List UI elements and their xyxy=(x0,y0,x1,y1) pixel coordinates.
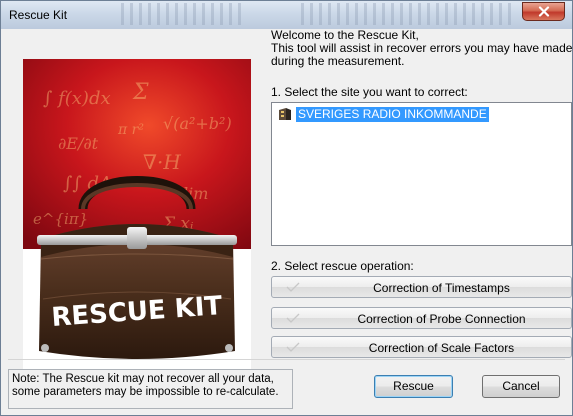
background-blur xyxy=(121,3,241,25)
site-list-item[interactable]: SVERIGES RADIO INKOMMANDE xyxy=(277,106,489,122)
station-icon xyxy=(279,108,291,120)
svg-text:∫ f(x)dx: ∫ f(x)dx xyxy=(43,88,111,109)
svg-text:√(a²+b²): √(a²+b²) xyxy=(163,114,232,133)
svg-text:π r²: π r² xyxy=(117,122,144,138)
timestamps-correction-button[interactable]: Correction of Timestamps xyxy=(271,276,572,298)
window-title: Rescue Kit xyxy=(9,8,68,22)
site-list[interactable]: SVERIGES RADIO INKOMMANDE xyxy=(271,102,572,246)
background-blur xyxy=(301,3,511,25)
rescue-kit-image: ∫ f(x)dx Σ √(a²+b²) ∂E/∂t ∇·H ∫∫ dA lim … xyxy=(23,59,251,374)
note-box: Note: The Rescue kit may not recover all… xyxy=(8,369,293,409)
site-name: SVERIGES RADIO INKOMMANDE xyxy=(296,106,489,122)
close-icon xyxy=(538,6,549,17)
site-section-label: 1. Select the site you want to correct: xyxy=(271,85,468,99)
rescue-kit-dialog: Rescue Kit ∫ f(x)dx Σ √(a²+b²) ∂E/∂t ∇·H… xyxy=(0,0,573,416)
rescue-section-label: 2. Select rescue operation: xyxy=(271,259,414,273)
dialog-body: ∫ f(x)dx Σ √(a²+b²) ∂E/∂t ∇·H ∫∫ dA lim … xyxy=(8,29,572,410)
probe-connection-correction-button[interactable]: Correction of Probe Connection xyxy=(271,307,572,329)
svg-text:e^{iπ}: e^{iπ} xyxy=(33,210,88,228)
rescue-kit-illustration: ∫ f(x)dx Σ √(a²+b²) ∂E/∂t ∇·H ∫∫ dA lim … xyxy=(23,59,251,374)
separator xyxy=(8,359,565,360)
svg-text:Σ: Σ xyxy=(132,80,149,105)
scale-factors-correction-button[interactable]: Correction of Scale Factors xyxy=(271,336,572,358)
cancel-button[interactable]: Cancel xyxy=(482,375,560,398)
intro-line: during the measurement. xyxy=(271,54,405,68)
svg-text:∂E/∂t: ∂E/∂t xyxy=(58,134,99,153)
title-bar[interactable]: Rescue Kit xyxy=(1,1,572,29)
operation-label: Correction of Probe Connection xyxy=(357,312,526,326)
intro-text: Welcome to the Rescue Kit, This tool wil… xyxy=(271,29,572,68)
operation-label: Correction of Timestamps xyxy=(373,281,510,295)
svg-text:∇·H: ∇·H xyxy=(143,150,181,174)
rescue-button[interactable]: Rescue xyxy=(374,375,453,398)
close-button[interactable] xyxy=(522,2,565,21)
operation-label: Correction of Scale Factors xyxy=(368,341,515,355)
